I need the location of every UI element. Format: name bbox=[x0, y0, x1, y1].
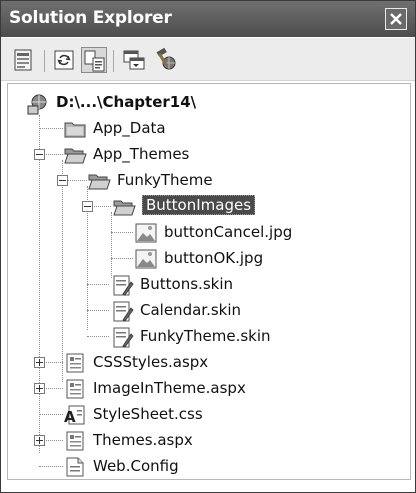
view-designer-button[interactable] bbox=[121, 47, 147, 73]
toolbar-separator bbox=[44, 50, 45, 72]
folder-open-icon bbox=[64, 148, 87, 164]
view-designer-icon bbox=[123, 50, 145, 70]
tree-line bbox=[87, 336, 109, 337]
svg-text:A: A bbox=[64, 408, 76, 426]
tree-line bbox=[44, 388, 63, 389]
tree-item-label: App_Data bbox=[93, 119, 166, 137]
tree-item-label: ImageInTheme.aspx bbox=[93, 379, 246, 397]
aspx-page-icon bbox=[66, 353, 84, 373]
config-file-icon bbox=[66, 457, 84, 477]
collapse-toggle[interactable] bbox=[34, 149, 45, 160]
toolbar-separator bbox=[113, 50, 114, 72]
tree-item-label: Buttons.skin bbox=[140, 275, 234, 293]
collapse-toggle[interactable] bbox=[57, 175, 68, 186]
tree-item-web-config[interactable]: Web.Config bbox=[63, 454, 363, 480]
web-project-icon bbox=[27, 94, 47, 115]
tree-line bbox=[111, 212, 112, 278]
nest-files-icon bbox=[84, 50, 105, 72]
tree-line bbox=[39, 414, 63, 415]
tree-line bbox=[111, 258, 133, 259]
tree-line bbox=[44, 154, 63, 155]
tree-item-themes-aspx[interactable]: Themes.aspx bbox=[63, 428, 363, 454]
tree-line bbox=[44, 440, 63, 441]
skin-file-icon bbox=[113, 275, 134, 296]
tree-item-buttonimages[interactable]: ButtonImages bbox=[112, 194, 372, 220]
tree-item-buttonok-jpg[interactable]: buttonOK.jpg bbox=[134, 246, 394, 272]
tree-item-app-data[interactable]: App_Data bbox=[63, 116, 363, 142]
tree-item-funkytheme-skin[interactable]: FunkyTheme.skin bbox=[110, 324, 370, 350]
folder-open-icon bbox=[88, 174, 111, 190]
image-file-icon bbox=[135, 223, 157, 243]
folder-icon bbox=[64, 122, 86, 138]
expand-toggle[interactable] bbox=[34, 435, 45, 446]
skin-file-icon bbox=[113, 327, 134, 348]
tree-line bbox=[87, 310, 109, 311]
css-file-icon: A bbox=[64, 405, 85, 426]
tree-item-label: CSSStyles.aspx bbox=[93, 353, 209, 371]
tree-line bbox=[111, 232, 133, 233]
asp-net-configuration-button[interactable] bbox=[153, 47, 179, 73]
tree-item-imageintheme-aspx[interactable]: ImageInTheme.aspx bbox=[63, 376, 363, 402]
tree-item-label: StyleSheet.css bbox=[93, 405, 203, 423]
window-title: Solution Explorer bbox=[9, 8, 172, 28]
tree-item-label: Calendar.skin bbox=[140, 301, 242, 319]
refresh-icon bbox=[54, 50, 74, 70]
aspx-page-icon bbox=[66, 379, 84, 399]
tree-item-label: buttonOK.jpg bbox=[164, 249, 264, 267]
tree-line bbox=[39, 115, 40, 453]
nest-related-files-button[interactable] bbox=[81, 47, 107, 73]
tree-item-buttons-skin[interactable]: Buttons.skin bbox=[110, 272, 370, 298]
title-bar[interactable]: Solution Explorer bbox=[1, 1, 415, 37]
tree-item-label: FunkyTheme bbox=[117, 171, 213, 189]
image-file-icon bbox=[135, 249, 157, 269]
tree-root[interactable]: D:\...\Chapter14\ bbox=[26, 90, 326, 116]
tree-item-calendar-skin[interactable]: Calendar.skin bbox=[110, 298, 370, 324]
properties-button[interactable] bbox=[11, 47, 37, 73]
refresh-button[interactable] bbox=[51, 47, 77, 73]
tree-root-label: D:\...\Chapter14\ bbox=[56, 93, 197, 111]
tree-item-funkytheme[interactable]: FunkyTheme bbox=[87, 168, 387, 194]
toolbar bbox=[1, 38, 415, 81]
tree-item-label: FunkyTheme.skin bbox=[140, 327, 271, 345]
tree-item-app-themes[interactable]: App_Themes bbox=[63, 142, 363, 168]
tree-line bbox=[62, 160, 63, 382]
tree-item-label-selected: ButtonImages bbox=[142, 195, 256, 215]
expand-toggle[interactable] bbox=[34, 383, 45, 394]
tree-item-label: Web.Config bbox=[93, 457, 179, 475]
tree-item-stylesheet-css[interactable]: A StyleSheet.css bbox=[63, 402, 363, 428]
expand-toggle[interactable] bbox=[34, 357, 45, 368]
tree-line bbox=[39, 466, 63, 467]
tree-line bbox=[87, 284, 109, 285]
tree-item-label: Themes.aspx bbox=[93, 431, 193, 449]
folder-open-icon bbox=[113, 200, 136, 216]
tree-line bbox=[44, 362, 63, 363]
solution-tree[interactable]: D:\...\Chapter14\ App_Data App_Themes Fu… bbox=[7, 83, 411, 480]
collapse-toggle[interactable] bbox=[82, 201, 93, 212]
tree-item-cssstyles-aspx[interactable]: CSSStyles.aspx bbox=[63, 350, 363, 376]
tree-line bbox=[39, 128, 63, 129]
solution-explorer-window: Solution Explorer D:\...\Chapter14\ App_… bbox=[0, 0, 416, 493]
close-icon bbox=[390, 13, 402, 25]
skin-file-icon bbox=[113, 301, 134, 322]
tree-line bbox=[92, 206, 111, 207]
tree-item-buttoncancel-jpg[interactable]: buttonCancel.jpg bbox=[134, 220, 394, 246]
hammer-globe-icon bbox=[156, 47, 176, 70]
tree-item-label: App_Themes bbox=[93, 145, 190, 163]
aspx-page-icon bbox=[66, 431, 84, 451]
tree-line bbox=[67, 180, 87, 181]
properties-icon bbox=[14, 49, 32, 71]
tree-item-label: buttonCancel.jpg bbox=[164, 223, 293, 241]
close-button[interactable] bbox=[385, 8, 407, 30]
